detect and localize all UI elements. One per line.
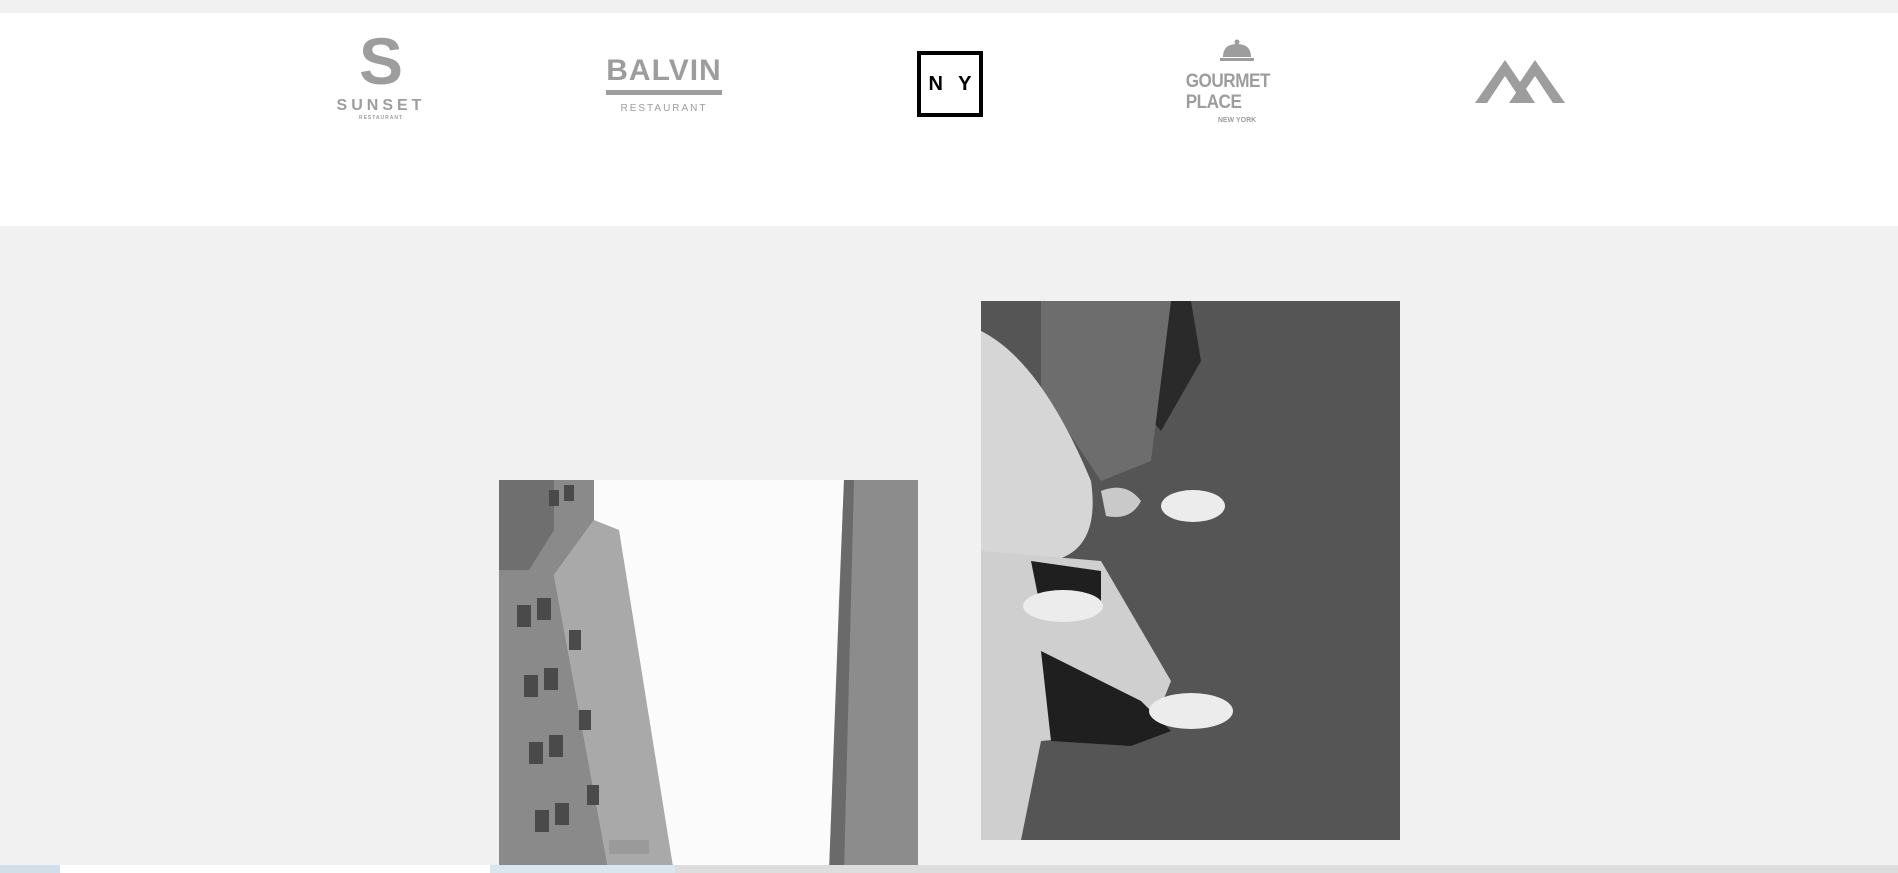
sunset-logo-word: SUNSET bbox=[336, 96, 426, 114]
balvin-logo-sub: RESTAURANT bbox=[620, 102, 708, 114]
street-buildings-photo bbox=[499, 480, 918, 873]
sunset-logo-mark: S bbox=[358, 23, 404, 98]
ny-logo: N Y bbox=[917, 51, 983, 117]
gourmet-logo-sub: NEW YORK bbox=[1217, 117, 1257, 124]
gourmet-place-logo: GOURMET PLACE NEW YORK bbox=[1180, 38, 1294, 126]
gourmet-logo-word: GOURMET PLACE bbox=[1185, 71, 1271, 113]
sunset-restaurant-logo: S SUNSET RESTAURANT bbox=[335, 20, 427, 132]
taskbar-strip bbox=[0, 865, 1898, 873]
sneakers-photo bbox=[981, 301, 1400, 840]
ny-logo-word: N Y bbox=[928, 73, 977, 95]
cloche-icon bbox=[1220, 39, 1254, 61]
sunset-logo-sub: RESTAURANT bbox=[358, 114, 404, 121]
client-logos-band bbox=[0, 13, 1898, 226]
mountain-icon bbox=[1475, 60, 1565, 103]
balvin-restaurant-logo: BALVIN RESTAURANT bbox=[604, 50, 724, 120]
balvin-logo-word: BALVIN bbox=[606, 55, 722, 95]
mountain-logo bbox=[1475, 58, 1565, 103]
